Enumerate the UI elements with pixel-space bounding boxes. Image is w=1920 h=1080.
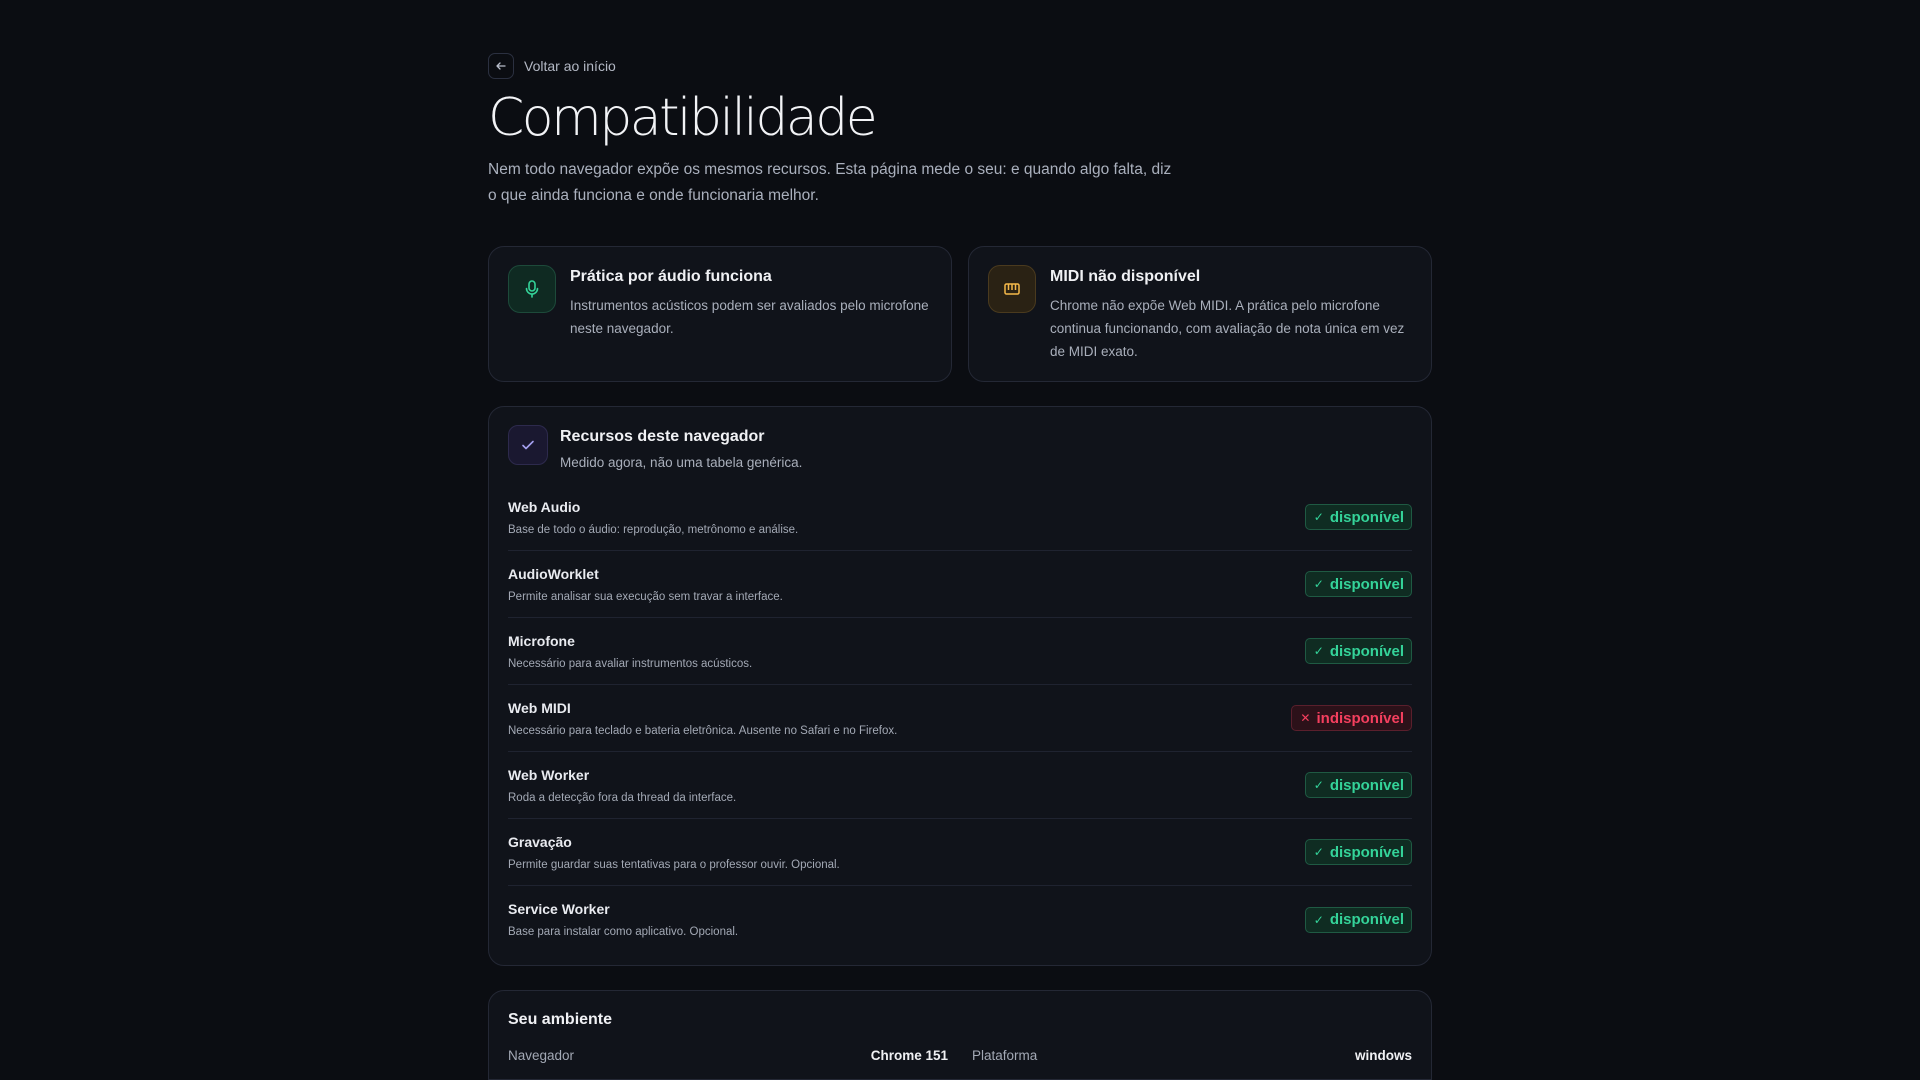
status-badge: ✓ disponível bbox=[1304, 839, 1412, 866]
status-badge: ✕ indisponível bbox=[1291, 705, 1412, 732]
audio-practice-card: Prática por áudio funciona Instrumentos … bbox=[488, 246, 952, 383]
resources-title: Recursos deste navegador bbox=[560, 428, 765, 446]
status-label: disponível bbox=[1329, 642, 1404, 660]
status-label: disponível bbox=[1329, 508, 1404, 526]
status-badge: ✓ disponível bbox=[1304, 906, 1412, 933]
environment-grid: Navegador Chrome 151 Plataforma windows bbox=[508, 1048, 1412, 1063]
resource-desc: Base para instalar como aplicativo. Opci… bbox=[508, 926, 739, 939]
resource-desc: Permite analisar sua execução sem travar… bbox=[508, 590, 783, 603]
resource-desc: Roda a detecção fora da thread da interf… bbox=[508, 791, 737, 804]
status-label: disponível bbox=[1329, 911, 1404, 929]
status-label: disponível bbox=[1329, 575, 1404, 593]
check-icon: ✓ bbox=[1313, 778, 1324, 793]
resource-desc: Base de todo o áudio: reprodução, metrôn… bbox=[508, 523, 799, 536]
browser-label: Navegador bbox=[508, 1048, 575, 1064]
resource-row: Web Worker Roda a detecção fora da threa… bbox=[508, 752, 1412, 820]
status-badge: ✓ disponível bbox=[1304, 571, 1412, 598]
status-label: disponível bbox=[1329, 776, 1404, 794]
card-title: Prática por áudio funciona bbox=[570, 268, 772, 286]
resource-name: Web MIDI bbox=[508, 699, 571, 716]
card-title: MIDI não disponível bbox=[1050, 268, 1201, 286]
compatibility-page: Voltar ao início Compatibilidade Nem tod… bbox=[488, 52, 1432, 1080]
card-text: Instrumentos acústicos podem ser avaliad… bbox=[570, 298, 929, 337]
resource-row: Microfone Necessário para avaliar instru… bbox=[508, 618, 1412, 686]
environment-platform: Plataforma windows bbox=[972, 1048, 1412, 1063]
resource-row: AudioWorklet Permite analisar sua execuç… bbox=[508, 551, 1412, 619]
environment-panel: Seu ambiente Navegador Chrome 151 Plataf… bbox=[488, 990, 1432, 1080]
card-text: Chrome não expõe Web MIDI. A prática pel… bbox=[1050, 298, 1405, 360]
status-badge: ✓ disponível bbox=[1304, 638, 1412, 665]
resource-row: Web MIDI Necessário para teclado e bater… bbox=[508, 685, 1412, 753]
summary-cards: Prática por áudio funciona Instrumentos … bbox=[488, 246, 1432, 383]
resource-row: Service Worker Base para instalar como a… bbox=[508, 886, 1412, 953]
back-link[interactable]: Voltar ao início bbox=[488, 52, 1432, 80]
resources-panel: Recursos deste navegador Medido agora, n… bbox=[488, 406, 1432, 967]
resource-name: AudioWorklet bbox=[508, 565, 599, 582]
resource-name: Service Worker bbox=[508, 901, 610, 918]
microphone-icon bbox=[508, 265, 556, 314]
check-icon: ✓ bbox=[1313, 510, 1324, 525]
resource-name: Microfone bbox=[508, 632, 575, 649]
platform-value: windows bbox=[1355, 1048, 1412, 1064]
status-badge: ✓ disponível bbox=[1304, 504, 1412, 531]
piano-keyboard-icon bbox=[988, 265, 1036, 314]
check-icon bbox=[508, 425, 548, 466]
resource-desc: Permite guardar suas tentativas para o p… bbox=[508, 858, 840, 871]
check-icon: ✓ bbox=[1313, 577, 1324, 592]
close-icon: ✕ bbox=[1300, 711, 1311, 726]
resource-row: Web Audio Base de todo o áudio: reproduç… bbox=[508, 484, 1412, 552]
status-label: indisponível bbox=[1316, 709, 1404, 727]
resource-list: Web Audio Base de todo o áudio: reproduç… bbox=[508, 484, 1412, 953]
status-badge: ✓ disponível bbox=[1304, 772, 1412, 799]
resource-row: Gravação Permite guardar suas tentativas… bbox=[508, 819, 1412, 887]
environment-browser: Navegador Chrome 151 bbox=[508, 1048, 948, 1063]
resources-subtitle: Medido agora, não uma tabela genérica. bbox=[560, 455, 803, 471]
resource-name: Web Audio bbox=[508, 498, 581, 515]
platform-label: Plataforma bbox=[972, 1048, 1038, 1064]
page-title: Compatibilidade bbox=[488, 88, 878, 148]
resource-name: Web Worker bbox=[508, 766, 590, 783]
check-icon: ✓ bbox=[1313, 912, 1324, 927]
browser-value: Chrome 151 bbox=[870, 1048, 948, 1064]
resource-name: Gravação bbox=[508, 833, 572, 850]
status-label: disponível bbox=[1329, 843, 1404, 861]
page-intro: Nem todo navegador expõe os mesmos recur… bbox=[488, 161, 1172, 205]
arrow-left-icon[interactable] bbox=[488, 53, 514, 79]
back-link-label[interactable]: Voltar ao início bbox=[524, 58, 616, 74]
resource-desc: Necessário para avaliar instrumentos acú… bbox=[508, 657, 753, 670]
resources-header: Recursos deste navegador Medido agora, n… bbox=[508, 425, 1412, 470]
midi-card: MIDI não disponível Chrome não expõe Web… bbox=[968, 246, 1432, 383]
resource-desc: Necessário para teclado e bateria eletrô… bbox=[508, 724, 898, 737]
environment-title: Seu ambiente bbox=[508, 1011, 613, 1029]
check-icon: ✓ bbox=[1313, 845, 1324, 860]
check-icon: ✓ bbox=[1313, 644, 1324, 659]
